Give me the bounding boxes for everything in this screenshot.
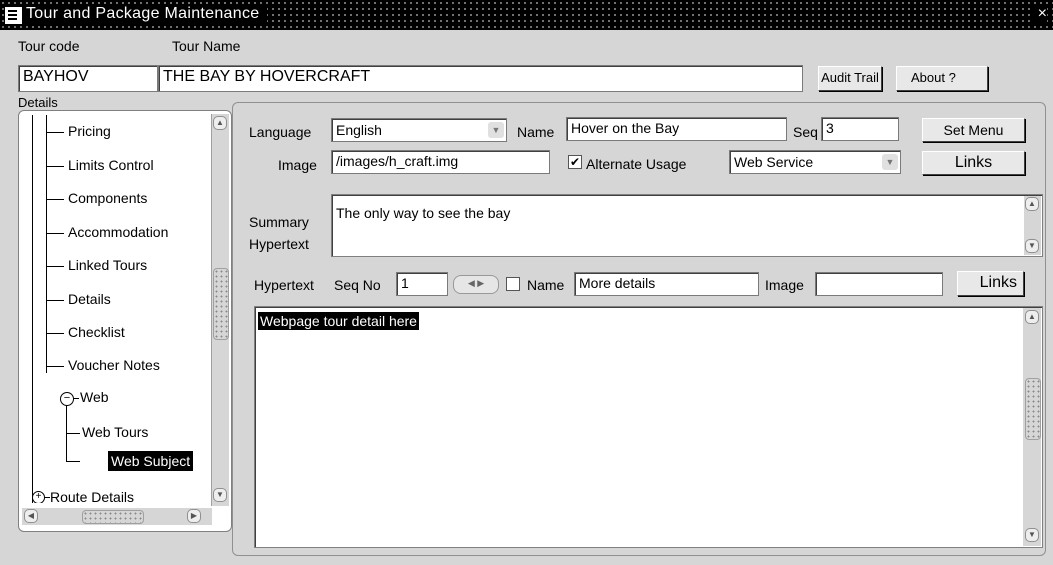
hypertext-label: Hypertext xyxy=(254,277,314,293)
tree-view[interactable]: Pricing Limits Control Components Accomm… xyxy=(22,115,212,503)
seq-label: Seq xyxy=(793,124,818,140)
title-bar: Tour and Package Maintenance × xyxy=(0,0,1053,30)
image-label: Image xyxy=(278,157,317,173)
tree-item-limits-control[interactable]: Limits Control xyxy=(68,157,154,173)
tour-code-label: Tour code xyxy=(18,38,80,54)
scroll-left-icon[interactable]: ◀ xyxy=(24,509,38,523)
scroll-up-icon[interactable]: ▲ xyxy=(1025,197,1039,211)
summary-textarea[interactable]: The only way to see the bay ▲ ▼ xyxy=(331,194,1043,257)
next-icon[interactable]: ▶ xyxy=(477,278,484,288)
hypertext-image-field[interactable] xyxy=(815,272,943,296)
collapse-icon[interactable]: − xyxy=(60,392,74,406)
scroll-thumb[interactable] xyxy=(1025,378,1041,440)
scroll-down-icon[interactable]: ▼ xyxy=(1025,239,1039,253)
tree-horizontal-scrollbar[interactable]: ◀ ▶ xyxy=(22,508,212,525)
alternate-usage-label: Alternate Usage xyxy=(586,156,687,172)
tree-item-route-details[interactable]: Route Details xyxy=(50,489,134,503)
window-title: Tour and Package Maintenance xyxy=(26,5,268,23)
hypertext-image-label: Image xyxy=(765,277,804,293)
tree-item-web[interactable]: Web xyxy=(80,389,109,405)
h-scroll-thumb[interactable] xyxy=(82,510,144,524)
close-icon[interactable]: × xyxy=(1031,5,1047,23)
hypertext-body-editor[interactable]: Webpage tour detail here ▲ ▼ xyxy=(254,306,1043,548)
scroll-up-icon[interactable]: ▲ xyxy=(1025,310,1039,324)
tree-item-components[interactable]: Components xyxy=(68,190,147,206)
tree-vertical-scrollbar[interactable]: ▲ ▼ xyxy=(211,114,229,506)
dropdown-arrow-icon[interactable]: ▼ xyxy=(488,122,504,138)
tree-item-details[interactable]: Details xyxy=(68,291,111,307)
details-label: Details xyxy=(18,95,58,110)
audit-trail-button[interactable]: Audit Trail xyxy=(818,66,882,91)
seq-no-field[interactable]: 1 xyxy=(396,272,448,296)
tree-item-accommodation[interactable]: Accommodation xyxy=(68,224,168,240)
scroll-down-icon[interactable]: ▼ xyxy=(213,488,227,502)
tree-item-checklist[interactable]: Checklist xyxy=(68,324,125,340)
summary-scrollbar[interactable]: ▲ ▼ xyxy=(1024,196,1041,255)
language-select[interactable]: English ▼ xyxy=(331,118,507,142)
hypertext-links-button[interactable]: Links xyxy=(957,271,1024,296)
seq-field[interactable]: 3 xyxy=(821,117,899,141)
tour-code-field[interactable]: BAYHOV xyxy=(18,65,158,92)
app-icon xyxy=(4,6,23,25)
name-label: Name xyxy=(517,124,555,140)
dropdown-arrow-icon[interactable]: ▼ xyxy=(882,154,898,170)
record-navigator[interactable]: ◀ ▶ xyxy=(453,275,499,294)
alternate-usage-checkbox[interactable]: ✔ xyxy=(568,155,582,169)
scroll-down-icon[interactable]: ▼ xyxy=(1025,528,1039,542)
scroll-right-icon[interactable]: ▶ xyxy=(187,509,201,523)
summary-hypertext-label: Hypertext xyxy=(249,236,309,252)
previous-icon[interactable]: ◀ xyxy=(468,278,475,288)
language-label: Language xyxy=(249,124,312,140)
hypertext-name-label: Name xyxy=(527,277,565,293)
tree-item-web-subject[interactable]: Web Subject xyxy=(108,451,194,471)
name-field[interactable]: Hover on the Bay xyxy=(566,117,787,141)
tree-item-pricing[interactable]: Pricing xyxy=(68,123,111,139)
scroll-up-icon[interactable]: ▲ xyxy=(213,116,227,130)
tree-item-voucher-notes[interactable]: Voucher Notes xyxy=(68,357,160,373)
scroll-thumb[interactable] xyxy=(213,268,229,340)
tree-item-web-tours[interactable]: Web Tours xyxy=(82,424,148,440)
tree-item-linked-tours[interactable]: Linked Tours xyxy=(68,257,147,273)
links-button[interactable]: Links xyxy=(922,151,1025,175)
hypertext-body-text: Webpage tour detail here xyxy=(258,312,419,330)
hypertext-checkbox[interactable] xyxy=(506,277,520,291)
language-value: English xyxy=(336,122,382,138)
image-field[interactable]: /images/h_craft.img xyxy=(331,150,550,174)
hypertext-name-field[interactable]: More details xyxy=(574,272,759,296)
usage-select[interactable]: Web Service ▼ xyxy=(729,150,901,174)
seq-no-label: Seq No xyxy=(334,277,381,293)
set-menu-button[interactable]: Set Menu xyxy=(922,118,1025,142)
hypertext-scrollbar[interactable]: ▲ ▼ xyxy=(1023,308,1041,546)
tour-name-label: Tour Name xyxy=(172,38,241,54)
usage-value: Web Service xyxy=(734,154,814,170)
tour-name-field[interactable]: THE BAY BY HOVERCRAFT xyxy=(158,65,803,92)
summary-text: The only way to see the bay xyxy=(336,205,511,221)
about-button[interactable]: About ? xyxy=(896,66,988,91)
summary-label: Summary xyxy=(249,214,309,230)
